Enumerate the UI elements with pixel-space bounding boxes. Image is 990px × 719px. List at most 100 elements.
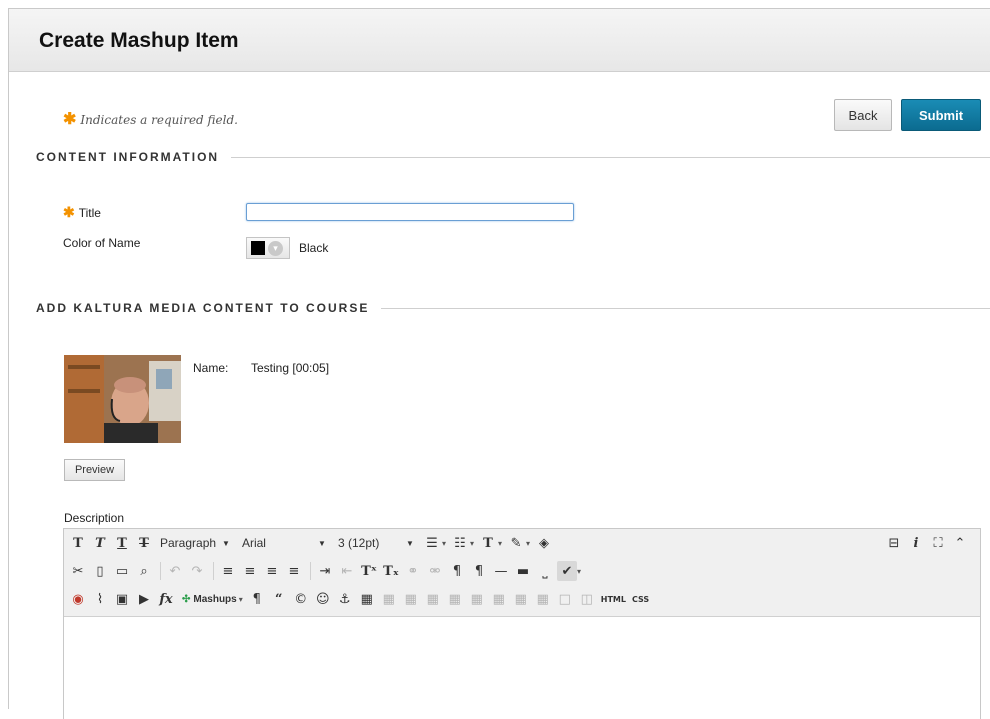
paragraph-mark-icon[interactable]: ¶ — [247, 589, 267, 609]
copy-icon[interactable]: ▯ — [90, 561, 110, 581]
preview-screen-icon[interactable]: ⊟ — [884, 533, 904, 553]
horizontal-rule-icon[interactable]: — — [491, 561, 511, 581]
subscript-icon[interactable]: Tₓ — [381, 561, 401, 581]
page-frame: Create Mashup Item ✱ Indicates a required… — [8, 8, 990, 719]
media-name-label: Name: — [193, 361, 229, 375]
align-center-icon[interactable]: ≡ — [240, 561, 260, 581]
section-divider — [381, 307, 990, 309]
title-label: ✱ Title — [63, 204, 101, 220]
section-kaltura-media: ADD KALTURA MEDIA CONTENT TO COURSE — [36, 300, 990, 316]
indent-icon[interactable]: ⇥ — [315, 561, 335, 581]
record-icon[interactable]: ◉ — [68, 589, 88, 609]
required-star-icon: ✱ — [63, 204, 75, 220]
media-name-value: Testing [00:05] — [251, 361, 330, 375]
table-row-delete-icon[interactable]: ▦ — [445, 589, 465, 609]
preview-button[interactable]: Preview — [64, 459, 125, 481]
table-props-icon[interactable]: ▦ — [379, 589, 399, 609]
bold-icon[interactable]: T — [68, 533, 88, 553]
section-heading: CONTENT INFORMATION — [36, 150, 220, 164]
spellcheck-icon[interactable]: ✔ — [557, 561, 577, 581]
rtl-icon[interactable]: ¶ — [469, 561, 489, 581]
table-box-icon[interactable]: □ — [555, 589, 575, 609]
mashups-menu[interactable]: ✣ Mashups — [178, 589, 241, 609]
toolbar-row-2: ✂ ▯ ▭ ⌕ ↶ ↷ ≡ ≡ ≡ ≡ ⇥ ⇤ Tˣ Tₓ ⚭ ⚮ ¶ ¶ — … — [68, 559, 585, 583]
mashups-icon: ✣ — [182, 593, 191, 605]
color-swatch — [251, 241, 265, 255]
outdent-icon[interactable]: ⇤ — [337, 561, 357, 581]
page-header: Create Mashup Item — [9, 9, 990, 72]
page-title: Create Mashup Item — [39, 29, 239, 52]
align-right-icon[interactable]: ≡ — [262, 561, 282, 581]
math-formula-icon[interactable]: fx — [156, 589, 176, 609]
font-size-select[interactable]: 3 (12pt) ▼ — [334, 534, 418, 552]
italic-icon[interactable]: T — [90, 533, 110, 553]
chevron-down-icon[interactable]: ▾ — [239, 595, 243, 604]
table-split-icon[interactable]: ▦ — [533, 589, 553, 609]
chevron-down-icon[interactable]: ▾ — [498, 539, 502, 548]
editor-toolbar: T T T T Paragraph ▼ Arial ▼ 3 (12pt) ▼ ☰ ▾ ☷… — [64, 529, 980, 617]
css-button[interactable]: CSS — [630, 589, 651, 609]
paste-icon[interactable]: ▭ — [112, 561, 132, 581]
table-merge-icon[interactable]: ▦ — [511, 589, 531, 609]
link-icon[interactable]: ⚭ — [403, 561, 423, 581]
description-editor[interactable]: T T T T Paragraph ▼ Arial ▼ 3 (12pt) ▼ ☰ ▾ ☷… — [63, 528, 981, 719]
cut-icon[interactable]: ✂ — [68, 561, 88, 581]
chevron-down-icon[interactable]: ▾ — [577, 567, 581, 576]
table-column-icon[interactable]: ◫ — [577, 589, 597, 609]
text-color-icon[interactable]: T — [478, 533, 498, 553]
toolbar-row-1: T T T T Paragraph ▼ Arial ▼ 3 (12pt) ▼ ☰ ▾ ☷… — [68, 531, 556, 555]
chevron-down-icon[interactable]: ▾ — [526, 539, 530, 548]
highlight-pen-icon[interactable]: ✎ — [506, 533, 526, 553]
media-icon[interactable]: ▶ — [134, 589, 154, 609]
toolbar-row-3: ◉ ⌇ ▣ ▶ fx ✣ Mashups ▾ ¶ “ © ☺ ⚓ ▦ ▦ ▦ ▦ ▦… — [68, 587, 653, 611]
image-icon[interactable]: ▣ — [112, 589, 132, 609]
chevron-down-icon[interactable]: ▾ — [470, 539, 474, 548]
chevron-down-icon[interactable]: ▾ — [442, 539, 446, 548]
align-justify-icon[interactable]: ≡ — [284, 561, 304, 581]
section-divider — [231, 156, 990, 158]
underline-icon[interactable]: T — [112, 533, 132, 553]
required-note-text: Indicates a required field. — [80, 113, 238, 127]
info-icon[interactable]: i — [906, 533, 926, 553]
fullscreen-icon[interactable]: ⛶ — [928, 533, 948, 553]
eraser-icon[interactable]: ◈ — [534, 533, 554, 553]
unlink-icon[interactable]: ⚮ — [425, 561, 445, 581]
align-left-icon[interactable]: ≡ — [218, 561, 238, 581]
thick-rule-icon[interactable]: ▬ — [513, 561, 533, 581]
toolbar-right-tools: ⊟ i ⛶ ⌃ — [884, 533, 972, 553]
blockquote-icon[interactable]: “ — [269, 589, 289, 609]
collapse-toolbar-icon[interactable]: ⌃ — [950, 533, 970, 553]
back-button[interactable]: Back — [834, 99, 892, 131]
attachment-icon[interactable]: ⌇ — [90, 589, 110, 609]
table-row-insert-icon[interactable]: ▦ — [423, 589, 443, 609]
color-name-value: Black — [299, 241, 329, 255]
submit-button[interactable]: Submit — [901, 99, 981, 131]
superscript-icon[interactable]: Tˣ — [359, 561, 379, 581]
numbered-list-icon[interactable]: ☷ — [450, 533, 470, 553]
redo-icon[interactable]: ↷ — [187, 561, 207, 581]
copyright-icon[interactable]: © — [291, 589, 311, 609]
table-col-delete-icon[interactable]: ▦ — [489, 589, 509, 609]
table-icon[interactable]: ▦ — [357, 589, 377, 609]
find-icon[interactable]: ⌕ — [134, 561, 154, 581]
description-label: Description — [64, 511, 125, 525]
anchor-icon[interactable]: ⚓ — [335, 589, 355, 609]
undo-icon[interactable]: ↶ — [165, 561, 185, 581]
font-family-select[interactable]: Arial ▼ — [238, 534, 330, 552]
html-source-button[interactable]: HTML — [599, 589, 628, 609]
table-col-insert-icon[interactable]: ▦ — [467, 589, 487, 609]
required-star-icon: ✱ — [63, 109, 77, 128]
emoticon-icon[interactable]: ☺ — [313, 589, 333, 609]
required-note: ✱ Indicates a required field. — [63, 109, 238, 128]
paragraph-format-select[interactable]: Paragraph ▼ — [156, 534, 234, 552]
title-input[interactable] — [246, 203, 574, 221]
section-heading: ADD KALTURA MEDIA CONTENT TO COURSE — [36, 301, 370, 315]
color-of-name-label: Color of Name — [63, 236, 141, 250]
nonbreaking-space-icon[interactable]: ⎵ — [535, 561, 555, 581]
table-cell-icon[interactable]: ▦ — [401, 589, 421, 609]
bullet-list-icon[interactable]: ☰ — [422, 533, 442, 553]
strikethrough-icon[interactable]: T — [134, 533, 154, 553]
color-picker[interactable]: ▾ — [246, 237, 290, 259]
media-thumbnail[interactable] — [64, 355, 181, 443]
ltr-icon[interactable]: ¶ — [447, 561, 467, 581]
